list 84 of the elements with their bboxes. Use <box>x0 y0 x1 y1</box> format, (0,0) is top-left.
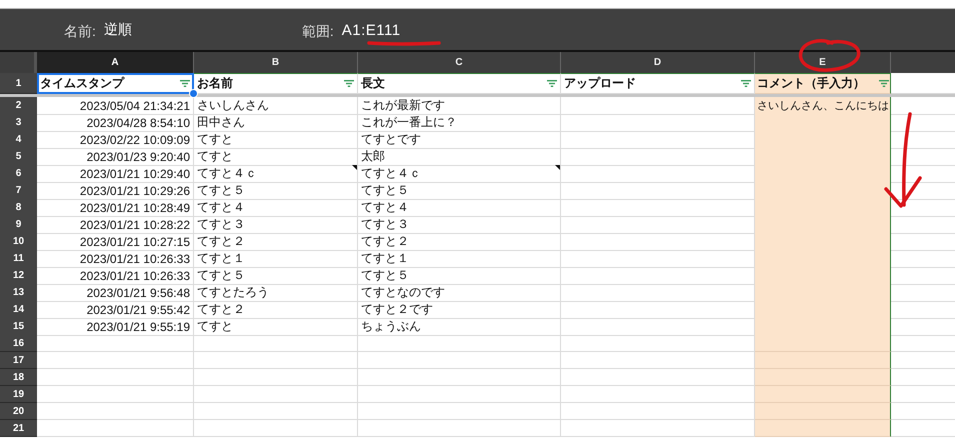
row-header[interactable]: 13 <box>0 284 37 302</box>
row-header[interactable]: 3 <box>0 114 37 132</box>
table-cell: てすと３ <box>194 216 358 234</box>
table-cell: てすと５ <box>358 267 561 285</box>
fill-handle[interactable] <box>189 89 198 98</box>
table-cell: てすと４ <box>358 199 561 217</box>
table-cell: てすと２ <box>194 301 358 319</box>
table-cell: 田中さん <box>194 114 358 132</box>
table-cell: てすとなのです <box>358 284 561 302</box>
table-cell: 2023/01/21 10:27:15 <box>37 233 194 251</box>
row-header[interactable]: 5 <box>0 148 37 166</box>
table-cell: 2023/02/22 10:09:09 <box>37 131 194 149</box>
table-cell: てすと４ｃ <box>194 165 358 183</box>
column-header[interactable]: D <box>561 52 755 73</box>
table-cell: てすと４ｃ <box>358 165 561 183</box>
table-cell: てすと１ <box>194 250 358 268</box>
table-cell: てすと <box>194 148 358 166</box>
filter-icon[interactable] <box>180 80 190 87</box>
filter-icon[interactable] <box>547 80 557 87</box>
table-header-cell[interactable]: 長文 <box>358 73 561 94</box>
table-cell: 2023/01/21 9:55:42 <box>37 301 194 319</box>
row-header[interactable]: 21 <box>0 420 37 437</box>
range-name[interactable]: 逆順 <box>104 20 132 38</box>
table-cell: てすと <box>194 131 358 149</box>
table-cell: ちょうぶん <box>358 318 561 336</box>
table-cell: 2023/05/04 21:34:21 <box>37 97 194 115</box>
table-cell: 2023/01/23 9:20:40 <box>37 148 194 166</box>
table-cell: てすと <box>194 318 358 336</box>
table-cell: これが最新です <box>358 97 561 115</box>
row-header[interactable]: 8 <box>0 199 37 217</box>
table-cell: 2023/01/21 10:28:22 <box>37 216 194 234</box>
filter-icon[interactable] <box>879 80 889 87</box>
table-cell: 2023/01/21 10:29:26 <box>37 182 194 200</box>
table-cell: 2023/04/28 8:54:10 <box>37 114 194 132</box>
table-cell: てすと２ <box>358 233 561 251</box>
row-header[interactable]: 17 <box>0 352 37 369</box>
table-cell: 2023/01/21 9:56:48 <box>37 284 194 302</box>
table-cell: てすと２ <box>194 233 358 251</box>
row-header[interactable]: 2 <box>0 97 37 115</box>
circle-mark <box>798 39 860 72</box>
row-header[interactable]: 14 <box>0 301 37 319</box>
table-header-cell[interactable]: コメント（手入力） <box>755 73 891 94</box>
table-cell: 2023/01/21 10:26:33 <box>37 250 194 268</box>
row-header[interactable]: 15 <box>0 318 37 336</box>
range-value[interactable]: A1:E111 <box>342 22 401 39</box>
table-cell: てすとたろう <box>194 284 358 302</box>
row-header[interactable]: 7 <box>0 182 37 200</box>
row-header[interactable]: 16 <box>0 335 37 352</box>
table-cell: 2023/01/21 9:55:19 <box>37 318 194 336</box>
row-header[interactable]: 6 <box>0 165 37 183</box>
table-cell: 2023/01/21 10:29:40 <box>37 165 194 183</box>
column-header[interactable]: E <box>755 52 891 73</box>
table-cell: てすとです <box>358 131 561 149</box>
row-header[interactable]: 10 <box>0 233 37 251</box>
range-label: 範囲: <box>302 22 334 40</box>
table-cell: てすと２です <box>358 301 561 319</box>
table-cell: てすと４ <box>194 199 358 217</box>
column-header[interactable]: C <box>358 52 561 73</box>
table-cell: てすと５ <box>194 182 358 200</box>
table-cell: てすと３ <box>358 216 561 234</box>
table-cell: てすと５ <box>358 182 561 200</box>
filter-icon[interactable] <box>344 80 354 87</box>
row-header[interactable]: 20 <box>0 403 37 420</box>
column-header[interactable]: A <box>37 52 194 73</box>
row-header[interactable]: 18 <box>0 369 37 386</box>
table-cell: てすと１ <box>358 250 561 268</box>
table-cell: さいしんさん、こんにちは <box>755 97 891 115</box>
column-header[interactable]: B <box>194 52 358 73</box>
filter-icon[interactable] <box>741 80 751 87</box>
row-header[interactable]: 12 <box>0 267 37 285</box>
table-cell: 太郎 <box>358 148 561 166</box>
table-cell: てすと５ <box>194 267 358 285</box>
row-header[interactable]: 9 <box>0 216 37 234</box>
row-header[interactable]: 4 <box>0 131 37 149</box>
row-header[interactable]: 19 <box>0 386 37 403</box>
table-cell: 2023/01/21 10:26:33 <box>37 267 194 285</box>
table-cell: これが一番上に？ <box>358 114 561 132</box>
table-header-cell[interactable]: お名前 <box>194 73 358 94</box>
row-header[interactable]: 11 <box>0 250 37 268</box>
row-header[interactable]: 1 <box>0 73 37 94</box>
name-label: 名前: <box>64 22 96 40</box>
table-cell: 2023/01/21 10:28:49 <box>37 199 194 217</box>
table-header-cell[interactable]: アップロード <box>561 73 755 94</box>
table-cell: さいしんさん <box>194 97 358 115</box>
